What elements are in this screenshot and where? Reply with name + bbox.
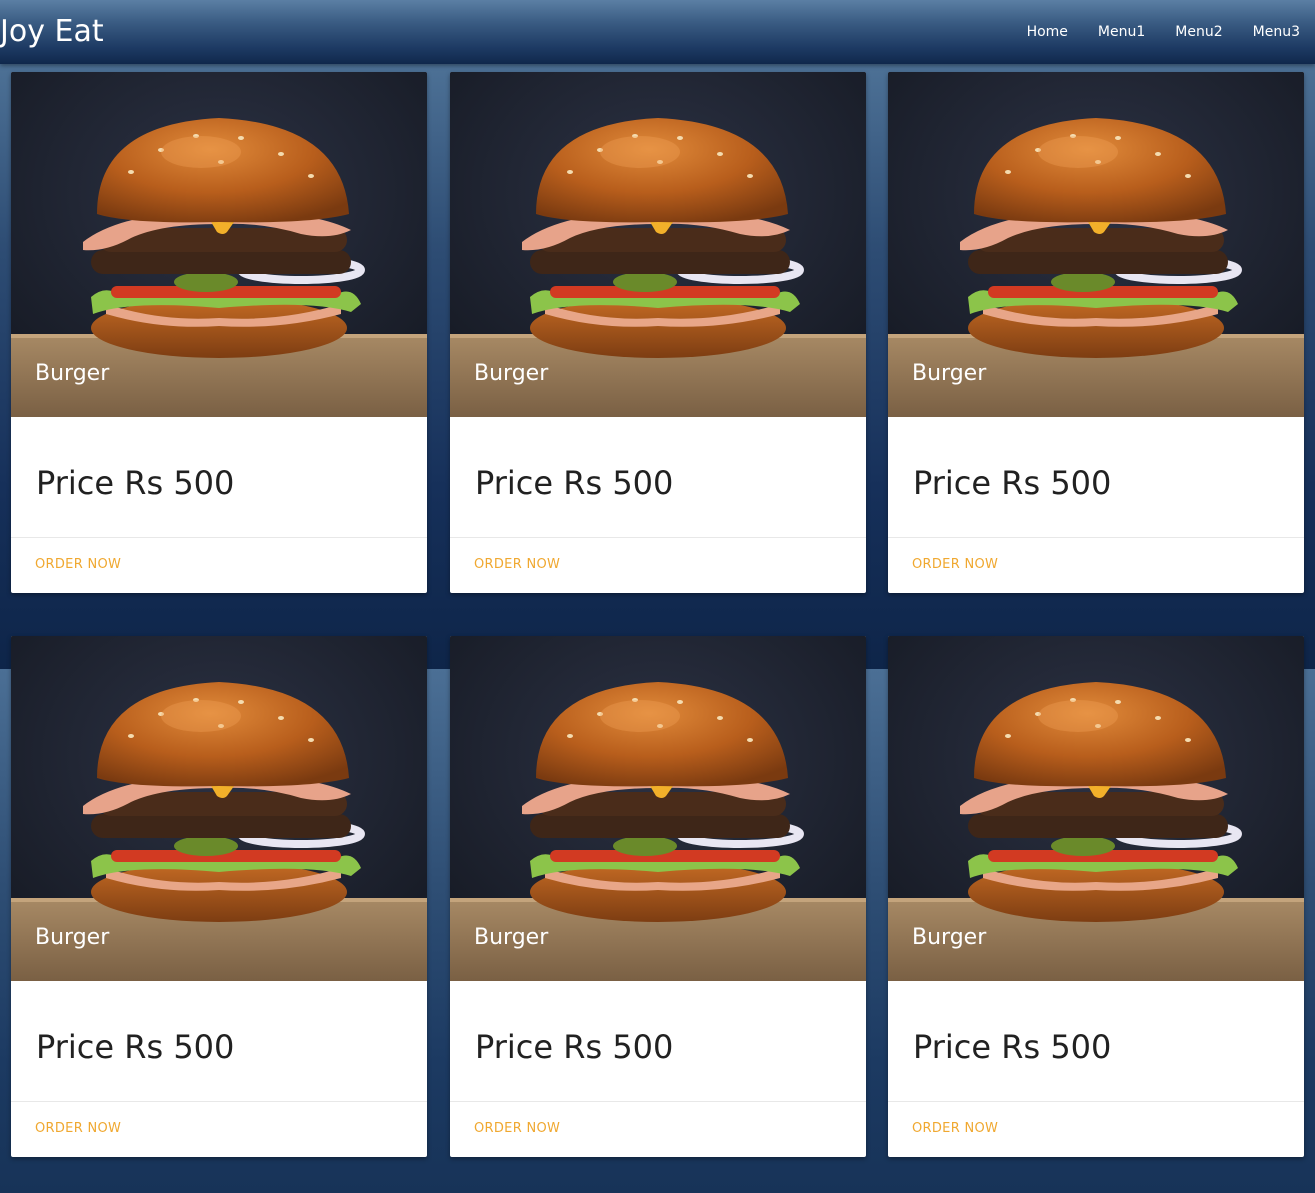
- card-action: ORDER NOW: [888, 1102, 1304, 1157]
- food-card: Burger Price Rs 500 ORDER NOW: [11, 72, 427, 593]
- order-now-link[interactable]: ORDER NOW: [35, 1121, 121, 1136]
- card-price: Price Rs 500: [36, 464, 235, 502]
- card-content: Price Rs 500: [11, 417, 427, 538]
- food-card: Burger Price Rs 500 ORDER NOW: [11, 636, 427, 1157]
- card-title: Burger: [912, 925, 987, 950]
- card-action: ORDER NOW: [11, 1102, 427, 1157]
- card-action: ORDER NOW: [11, 538, 427, 593]
- card-title: Burger: [474, 361, 549, 386]
- navbar: Joy Eat Home Menu1 Menu2 Menu3: [0, 0, 1315, 64]
- card-title: Burger: [35, 925, 110, 950]
- food-card: Burger Price Rs 500 ORDER NOW: [888, 72, 1304, 593]
- order-now-link[interactable]: ORDER NOW: [912, 1121, 998, 1136]
- card-title: Burger: [35, 361, 110, 386]
- card-content: Price Rs 500: [11, 981, 427, 1102]
- card-price: Price Rs 500: [913, 1028, 1112, 1066]
- food-card: Burger Price Rs 500 ORDER NOW: [450, 72, 866, 593]
- card-price: Price Rs 500: [475, 464, 674, 502]
- card-action: ORDER NOW: [888, 538, 1304, 593]
- card-action: ORDER NOW: [450, 1102, 866, 1157]
- card-image: Burger: [450, 72, 866, 417]
- nav-link-menu2[interactable]: Menu2: [1160, 24, 1237, 40]
- card-image: Burger: [888, 72, 1304, 417]
- order-now-link[interactable]: ORDER NOW: [35, 557, 121, 572]
- card-price: Price Rs 500: [913, 464, 1112, 502]
- card-title: Burger: [912, 361, 987, 386]
- card-content: Price Rs 500: [450, 417, 866, 538]
- order-now-link[interactable]: ORDER NOW: [912, 557, 998, 572]
- card-action: ORDER NOW: [450, 538, 866, 593]
- card-image: Burger: [888, 636, 1304, 981]
- card-content: Price Rs 500: [888, 981, 1304, 1102]
- order-now-link[interactable]: ORDER NOW: [474, 557, 560, 572]
- food-card: Burger Price Rs 500 ORDER NOW: [888, 636, 1304, 1157]
- card-image: Burger: [11, 72, 427, 417]
- order-now-link[interactable]: ORDER NOW: [474, 1121, 560, 1136]
- card-image: Burger: [450, 636, 866, 981]
- nav-link-menu3[interactable]: Menu3: [1238, 24, 1315, 40]
- card-price: Price Rs 500: [475, 1028, 674, 1066]
- brand-logo[interactable]: Joy Eat: [0, 12, 104, 52]
- card-title: Burger: [474, 925, 549, 950]
- card-price: Price Rs 500: [36, 1028, 235, 1066]
- nav-links: Home Menu1 Menu2 Menu3: [1012, 0, 1315, 64]
- nav-link-menu1[interactable]: Menu1: [1083, 24, 1160, 40]
- card-content: Price Rs 500: [888, 417, 1304, 538]
- card-content: Price Rs 500: [450, 981, 866, 1102]
- nav-link-home[interactable]: Home: [1012, 24, 1083, 40]
- food-card: Burger Price Rs 500 ORDER NOW: [450, 636, 866, 1157]
- card-image: Burger: [11, 636, 427, 981]
